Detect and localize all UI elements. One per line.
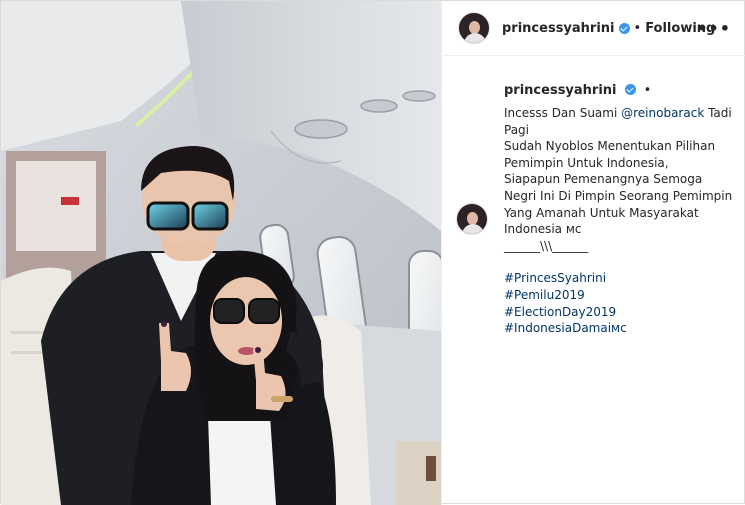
- caption-line-8: Indonesia ᴍᴄ: [504, 222, 582, 237]
- hashtag-link[interactable]: #Pemilu2019: [504, 287, 734, 304]
- caption-avatar[interactable]: [456, 203, 488, 235]
- post-header: princessyahrini • Following •••: [442, 1, 745, 56]
- caption-text: Incesss Dan Suami @reinobarack Tadi Pagi…: [504, 105, 734, 337]
- caption-line-2: Pagi: [504, 122, 530, 137]
- hashtag-link[interactable]: #PrincesSyahrini: [504, 270, 734, 287]
- caption-line-5: Siapapun Pemenangnya Semoga: [504, 172, 703, 187]
- header-separator: •: [633, 20, 642, 36]
- jet-cabin-photo: [1, 1, 441, 505]
- caption-line-1-text: Incesss Dan Suami: [504, 106, 622, 120]
- post-container: princessyahrini • Following ••• princess…: [0, 0, 745, 505]
- caption-line-9: ______\\\______: [504, 238, 589, 253]
- caption-username[interactable]: princessyahrini: [504, 83, 617, 98]
- caption-line-6: Negri Ini Di Pimpin Seorang Pemimpin: [504, 188, 733, 203]
- caption-username-row: princessyahrini •: [504, 83, 651, 98]
- caption-line-1-tail: Tadi: [704, 106, 732, 120]
- post-side-panel: princessyahrini • Following ••• princess…: [441, 1, 745, 505]
- caption-line-7: Yang Amanah Untuk Masyarakat: [504, 205, 699, 220]
- mention-link[interactable]: @reinobarack: [621, 106, 704, 120]
- hashtag-link[interactable]: #ElectionDay2019: [504, 304, 734, 321]
- caption-line-1: Incesss Dan Suami @reinobarack Tadi: [504, 105, 734, 122]
- more-options-icon[interactable]: •••: [697, 19, 731, 38]
- hashtag-link[interactable]: #IndonesiaDamaiᴍᴄ: [504, 320, 734, 337]
- profile-avatar[interactable]: [458, 12, 490, 44]
- post-photo[interactable]: [1, 1, 441, 505]
- caption-dot: •: [643, 83, 652, 98]
- verified-badge-icon: [618, 22, 630, 34]
- caption-line-3: Sudah Nyoblos Menentukan Pilihan: [504, 139, 716, 154]
- caption-verified-badge-icon: [625, 84, 637, 95]
- header-username[interactable]: princessyahrini: [502, 21, 615, 36]
- caption-line-4: Pemimpin Untuk Indonesia,: [504, 155, 669, 170]
